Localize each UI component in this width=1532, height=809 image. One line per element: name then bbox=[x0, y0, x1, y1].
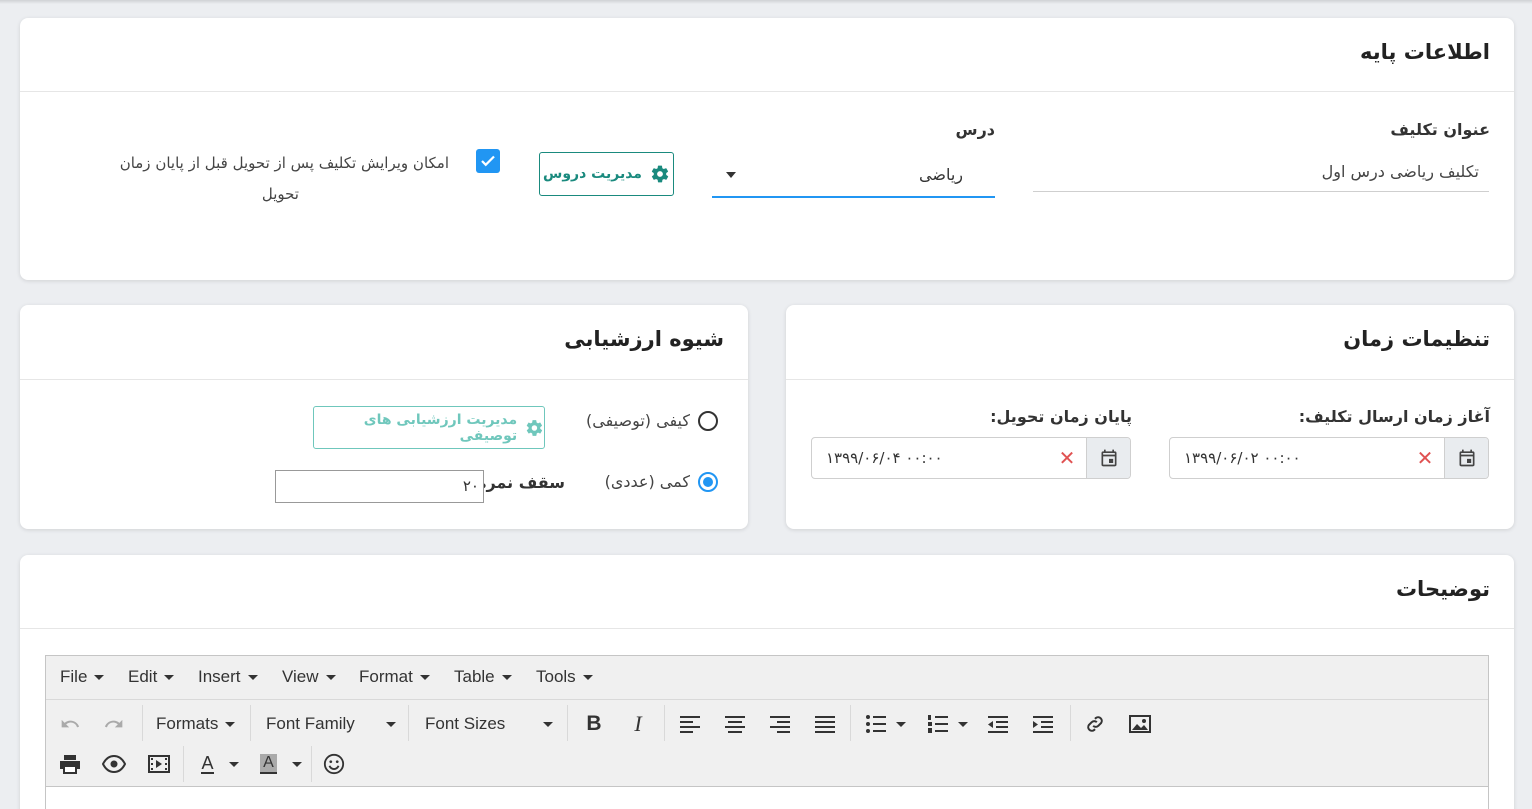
align-left-icon[interactable] bbox=[678, 712, 702, 736]
max-score-value: ۲۰ bbox=[462, 477, 479, 495]
editor-body[interactable] bbox=[46, 786, 1488, 809]
align-justify-icon[interactable] bbox=[813, 712, 837, 736]
bullet-list-icon[interactable] bbox=[862, 712, 908, 736]
undo-icon[interactable] bbox=[58, 712, 82, 736]
italic-icon[interactable]: I bbox=[626, 711, 650, 736]
rich-text-editor[interactable] bbox=[45, 655, 1489, 809]
evaluation-card: شیوه ارزشیابی کیفی (توصیفی) کمی (عددی) م… bbox=[20, 305, 748, 529]
lesson-select-value: ریاضی bbox=[919, 165, 963, 184]
max-score-label: سقف نمره: bbox=[470, 473, 565, 492]
emoticons-icon[interactable] bbox=[322, 752, 346, 776]
gear-icon bbox=[526, 419, 543, 436]
end-time-label: پایان زمان تحویل: bbox=[990, 407, 1132, 426]
editor-menubar-divider bbox=[46, 699, 1488, 700]
manage-descriptive-button[interactable]: مدیریت ارزشیابی های توصیفی bbox=[313, 406, 545, 449]
print-icon[interactable] bbox=[58, 752, 82, 776]
menu-format[interactable]: Format bbox=[359, 667, 430, 687]
toolbar-separator bbox=[567, 705, 568, 741]
formats-dropdown[interactable]: Formats bbox=[156, 714, 236, 734]
indent-icon[interactable] bbox=[1031, 712, 1055, 736]
top-shadow bbox=[0, 0, 1532, 4]
toolbar-separator bbox=[408, 705, 409, 741]
check-icon bbox=[481, 155, 495, 167]
manage-lessons-label: مدیریت دروس bbox=[543, 166, 642, 182]
quantitative-label: کمی (عددی) bbox=[604, 472, 690, 491]
clear-icon[interactable]: ✕ bbox=[1048, 438, 1086, 478]
calendar-button[interactable] bbox=[1444, 438, 1488, 478]
edit-after-delivery-checkbox[interactable] bbox=[476, 149, 500, 173]
time-settings-title: تنظیمات زمان bbox=[1343, 327, 1490, 351]
edit-after-delivery-label-line2: تحویل bbox=[261, 185, 299, 203]
qualitative-radio[interactable] bbox=[698, 411, 718, 431]
evaluation-header: شیوه ارزشیابی bbox=[20, 305, 748, 380]
calendar-icon bbox=[1459, 449, 1474, 467]
qualitative-label: کیفی (توصیفی) bbox=[585, 411, 690, 430]
lesson-select[interactable]: ریاضی bbox=[712, 156, 995, 198]
menu-table[interactable]: Table bbox=[454, 667, 512, 687]
quantitative-radio[interactable] bbox=[698, 472, 718, 492]
toolbar-separator bbox=[250, 705, 251, 741]
calendar-button[interactable] bbox=[1086, 438, 1130, 478]
toolbar-separator bbox=[183, 746, 184, 782]
start-time-value: ۱۳۹۹/۰۶/۰۲ ۰۰:۰۰ bbox=[1184, 449, 1301, 467]
chevron-down-icon bbox=[726, 172, 736, 178]
font-sizes-dropdown[interactable]: Font Sizes bbox=[425, 714, 553, 734]
menu-view[interactable]: View bbox=[282, 667, 336, 687]
end-time-value: ۱۳۹۹/۰۶/۰۴ ۰۰:۰۰ bbox=[826, 449, 943, 467]
homework-title-label: عنوان تکلیف bbox=[1390, 120, 1490, 139]
lesson-label: درس bbox=[955, 120, 996, 139]
numbered-list-icon[interactable] bbox=[924, 712, 970, 736]
link-icon[interactable] bbox=[1083, 712, 1107, 736]
toolbar-separator bbox=[850, 705, 851, 741]
font-family-dropdown[interactable]: Font Family bbox=[266, 714, 396, 734]
start-time-label: آغاز زمان ارسال تکلیف: bbox=[1298, 407, 1490, 426]
homework-title-input[interactable]: تکلیف ریاضی درس اول bbox=[1033, 154, 1489, 192]
menu-tools[interactable]: Tools bbox=[536, 667, 593, 687]
menu-edit[interactable]: Edit bbox=[128, 667, 175, 687]
basic-info-card: اطلاعات پایه عنوان تکلیف تکلیف ریاضی درس… bbox=[20, 18, 1514, 280]
evaluation-title: شیوه ارزشیابی bbox=[564, 327, 724, 351]
manage-descriptive-label: مدیریت ارزشیابی های توصیفی bbox=[363, 411, 518, 444]
menu-file[interactable]: File bbox=[60, 667, 105, 687]
edit-after-delivery-label-line1: امکان ویرایش تکلیف پس از تحویل قبل از پا… bbox=[119, 154, 449, 172]
basic-info-header: اطلاعات پایه bbox=[20, 18, 1514, 92]
toolbar-separator bbox=[664, 705, 665, 741]
clear-icon[interactable]: ✕ bbox=[1406, 438, 1444, 478]
time-settings-header: تنظیمات زمان bbox=[786, 305, 1514, 380]
menu-insert[interactable]: Insert bbox=[198, 667, 258, 687]
toolbar-separator bbox=[142, 705, 143, 741]
redo-icon[interactable] bbox=[102, 712, 126, 736]
text-color-icon[interactable]: A bbox=[196, 752, 244, 776]
basic-info-title: اطلاعات پایه bbox=[1360, 40, 1490, 64]
bold-icon[interactable]: B bbox=[582, 712, 606, 736]
toolbar-separator bbox=[1070, 705, 1071, 741]
description-header: توضیحات bbox=[20, 555, 1514, 629]
description-title: توضیحات bbox=[1395, 577, 1490, 601]
time-settings-card: تنظیمات زمان آغاز زمان ارسال تکلیف: ۱۳۹۹… bbox=[786, 305, 1514, 529]
radio-dot bbox=[703, 477, 713, 487]
calendar-icon bbox=[1101, 449, 1116, 467]
manage-lessons-button[interactable]: مدیریت دروس bbox=[539, 152, 674, 196]
toolbar-separator bbox=[311, 746, 312, 782]
preview-icon[interactable] bbox=[102, 752, 126, 776]
outdent-icon[interactable] bbox=[986, 712, 1010, 736]
max-score-input[interactable]: ۲۰ bbox=[275, 470, 484, 503]
background-color-icon[interactable]: A bbox=[257, 752, 305, 776]
start-time-picker[interactable]: ۱۳۹۹/۰۶/۰۲ ۰۰:۰۰ ✕ bbox=[1169, 437, 1489, 479]
align-right-icon[interactable] bbox=[768, 712, 792, 736]
homework-title-value: تکلیف ریاضی درس اول bbox=[1321, 162, 1479, 181]
align-center-icon[interactable] bbox=[723, 712, 747, 736]
image-icon[interactable] bbox=[1128, 712, 1152, 736]
gear-icon bbox=[651, 165, 669, 183]
media-icon[interactable] bbox=[147, 752, 171, 776]
end-time-picker[interactable]: ۱۳۹۹/۰۶/۰۴ ۰۰:۰۰ ✕ bbox=[811, 437, 1131, 479]
